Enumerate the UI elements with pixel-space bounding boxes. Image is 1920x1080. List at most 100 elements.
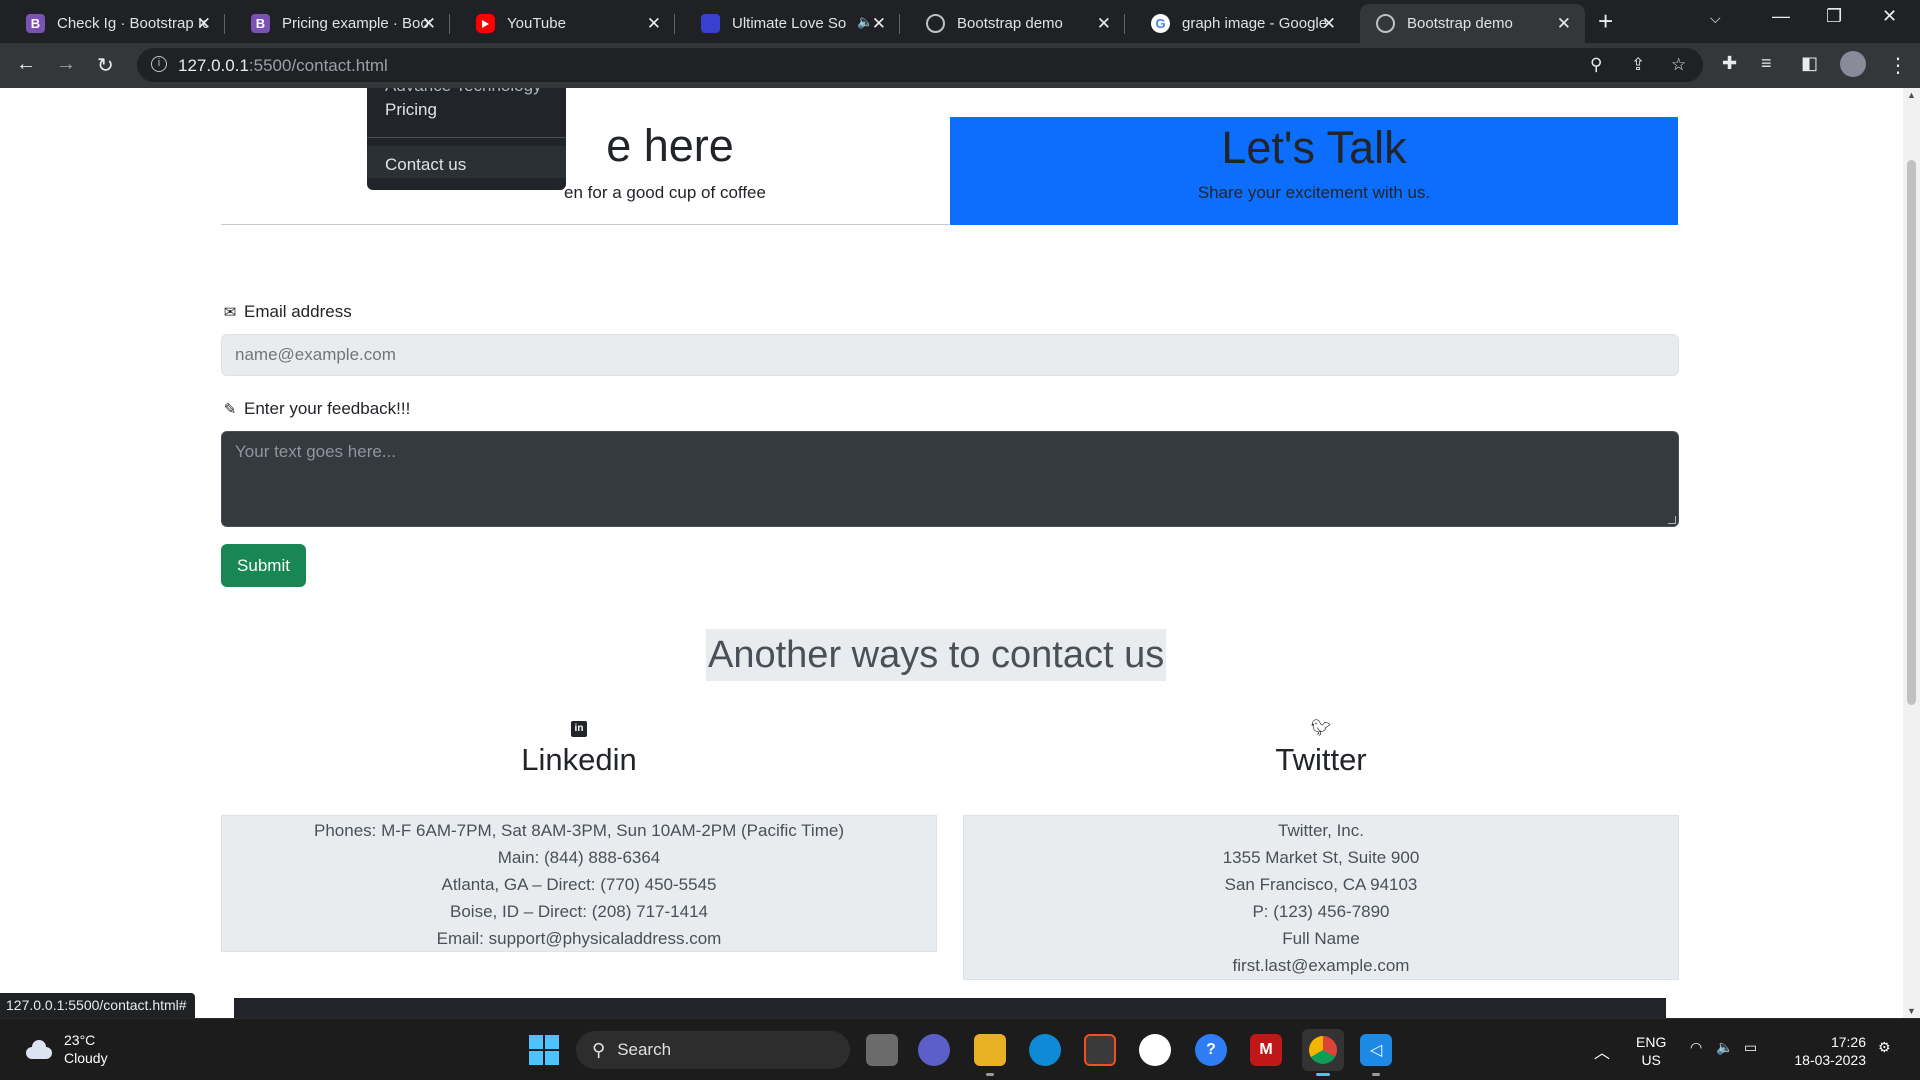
volume-icon[interactable]: 🔈 <box>1716 1039 1733 1056</box>
vscode-icon[interactable]: ◁ <box>1360 1034 1392 1066</box>
back-icon[interactable]: ← <box>16 53 36 76</box>
menu-kebab-icon[interactable]: ⋮ <box>1888 53 1908 78</box>
link-status-bar: 127.0.0.1:5500/contact.html# <box>0 993 195 1018</box>
restore-button[interactable]: ❐ <box>1826 6 1842 27</box>
feedback-textarea[interactable]: Your text goes here... <box>221 431 1679 527</box>
tab-title: graph image - Google <box>1182 15 1328 32</box>
side-panel-icon[interactable]: ◧ <box>1801 53 1818 74</box>
weather-widget[interactable]: 23°C Cloudy <box>22 1031 108 1067</box>
close-window-button[interactable]: ✕ <box>1882 6 1897 27</box>
app-icon[interactable] <box>1139 1034 1171 1066</box>
nav-dropdown-menu: Advance Technology Pricing Contact us <box>367 88 566 190</box>
browser-tab[interactable]: B Pricing example · Boot ✕ <box>225 4 450 43</box>
hero-right-subtitle: Share your excitement with us. <box>1197 183 1431 202</box>
tab-title: Pricing example · Boot <box>282 15 430 32</box>
weather-temp: 23°C <box>64 1032 96 1048</box>
linkedin-column: in Linkedin <box>221 718 937 778</box>
tab-title: Check Ig · Bootstrap Ic <box>57 15 207 32</box>
tab-title: YouTube <box>507 15 566 32</box>
info-line: Boise, ID – Direct: (208) 717-1414 <box>450 902 708 921</box>
dropdown-divider <box>367 137 566 138</box>
close-icon[interactable]: ✕ <box>647 14 661 34</box>
submit-button[interactable]: Submit <box>221 544 306 587</box>
info-line: Atlanta, GA – Direct: (770) 450-5545 <box>441 875 717 894</box>
email-label: ✉ Email address <box>221 302 352 322</box>
share-icon[interactable]: ⇪ <box>1631 55 1645 75</box>
reload-icon[interactable]: ↻ <box>97 53 114 78</box>
browser-tab-bar: B Check Ig · Bootstrap Ic ✕ B Pricing ex… <box>0 0 1920 43</box>
tab-title: Bootstrap demo <box>957 15 1063 32</box>
clock[interactable]: 17:26 18-03-2023 <box>1788 1033 1866 1069</box>
browser-tab[interactable]: YouTube ✕ <box>450 4 675 43</box>
page-scrollbar[interactable]: ▲ ▼ <box>1903 88 1920 1018</box>
address-bar[interactable]: i 127.0.0.1:5500/contact.html ⚲ ⇪ ☆ <box>137 48 1703 82</box>
dropdown-item-advance-technology[interactable]: Advance Technology <box>385 88 542 96</box>
dropdown-item-pricing[interactable]: Pricing <box>385 100 437 120</box>
linkedin-icon[interactable]: in <box>571 721 587 737</box>
feedback-label: ✎ Enter your feedback!!! <box>221 399 411 419</box>
email-field[interactable] <box>221 334 1679 376</box>
close-icon[interactable]: ✕ <box>1322 14 1336 34</box>
microsoft-store-icon[interactable] <box>1084 1034 1116 1066</box>
url-text: 127.0.0.1:5500/contact.html <box>178 56 388 75</box>
info-line: Full Name <box>1282 929 1360 948</box>
browser-tab[interactable]: G graph image - Google ✕ <box>1125 4 1350 43</box>
bootstrap-icon: B <box>26 14 45 33</box>
wifi-icon[interactable]: ◠ <box>1690 1039 1702 1056</box>
twitter-column: 🐦︎ Twitter <box>963 718 1679 778</box>
close-icon[interactable]: ✕ <box>872 14 886 34</box>
hero-left: e here en for a good cup of coffee <box>221 88 949 225</box>
info-line: Twitter, Inc. <box>1278 821 1364 840</box>
close-icon[interactable]: ✕ <box>422 14 436 34</box>
other-ways-heading: Another ways to contact us <box>706 629 1167 681</box>
tab-search-icon[interactable]: ⌵ <box>1710 10 1721 27</box>
close-icon[interactable]: ✕ <box>1557 14 1571 34</box>
close-icon[interactable]: ✕ <box>197 14 211 34</box>
google-icon: G <box>1151 14 1170 33</box>
dropdown-item-contact-us[interactable]: Contact us <box>385 155 466 175</box>
info-line: 1355 Market St, Suite 900 <box>1222 848 1420 867</box>
notification-icon[interactable]: ⚙ <box>1878 1039 1891 1056</box>
windows-start-icon[interactable] <box>529 1035 559 1065</box>
profile-avatar[interactable] <box>1840 51 1866 77</box>
browser-tab[interactable]: Ultimate Love Son 🔈 ✕ <box>675 4 900 43</box>
browser-toolbar: ← → ↻ i 127.0.0.1:5500/contact.html ⚲ ⇪ … <box>0 43 1920 88</box>
extensions-icon[interactable]: ✚ <box>1722 53 1737 74</box>
browser-tab[interactable]: B Check Ig · Bootstrap Ic ✕ <box>0 4 225 43</box>
task-view-icon[interactable] <box>866 1034 898 1066</box>
tray-overflow-icon[interactable]: ︿ <box>1594 1039 1610 1063</box>
teams-chat-icon[interactable] <box>918 1034 950 1066</box>
twitter-info-box: Twitter, Inc. 1355 Market St, Suite 900 … <box>963 815 1679 980</box>
language-indicator[interactable]: ENG US <box>1636 1033 1666 1069</box>
envelope-icon: ✉ <box>223 304 237 321</box>
mcafee-icon[interactable]: M <box>1250 1034 1282 1066</box>
tab-title: Bootstrap demo <box>1407 15 1513 32</box>
footer-bar <box>234 998 1666 1018</box>
globe-icon <box>1376 14 1395 33</box>
weather-desc: Cloudy <box>64 1050 108 1066</box>
file-explorer-icon[interactable] <box>974 1034 1006 1066</box>
media-control-icon[interactable]: ≡ <box>1761 53 1772 74</box>
twitter-icon[interactable]: 🐦︎ <box>963 718 1679 740</box>
hero-left-title: e here <box>606 120 734 171</box>
youtube-icon <box>476 14 495 33</box>
audio-playing-icon[interactable]: 🔈 <box>857 14 873 30</box>
browser-tab-active[interactable]: Bootstrap demo ✕ <box>1360 4 1585 43</box>
scrollbar-thumb[interactable] <box>1907 160 1916 705</box>
site-info-icon[interactable]: i <box>151 56 167 72</box>
bookmark-star-icon[interactable]: ☆ <box>1671 55 1686 75</box>
zoom-icon[interactable]: ⚲ <box>1590 55 1602 75</box>
info-line: San Francisco, CA 94103 <box>1224 875 1418 894</box>
close-icon[interactable]: ✕ <box>1097 14 1111 34</box>
tips-icon[interactable]: ? <box>1195 1034 1227 1066</box>
battery-icon[interactable]: ▭ <box>1744 1039 1757 1056</box>
new-tab-button[interactable]: + <box>1598 6 1613 37</box>
taskbar-search[interactable]: ⚲ Search <box>576 1031 850 1069</box>
minimize-button[interactable]: — <box>1772 6 1790 27</box>
edge-icon[interactable] <box>1029 1034 1061 1066</box>
info-line: Main: (844) 888-6364 <box>497 848 661 867</box>
browser-tab[interactable]: Bootstrap demo ✕ <box>900 4 1125 43</box>
music-icon <box>701 14 720 33</box>
chrome-icon[interactable] <box>1302 1029 1344 1071</box>
forward-icon[interactable]: → <box>56 53 76 76</box>
